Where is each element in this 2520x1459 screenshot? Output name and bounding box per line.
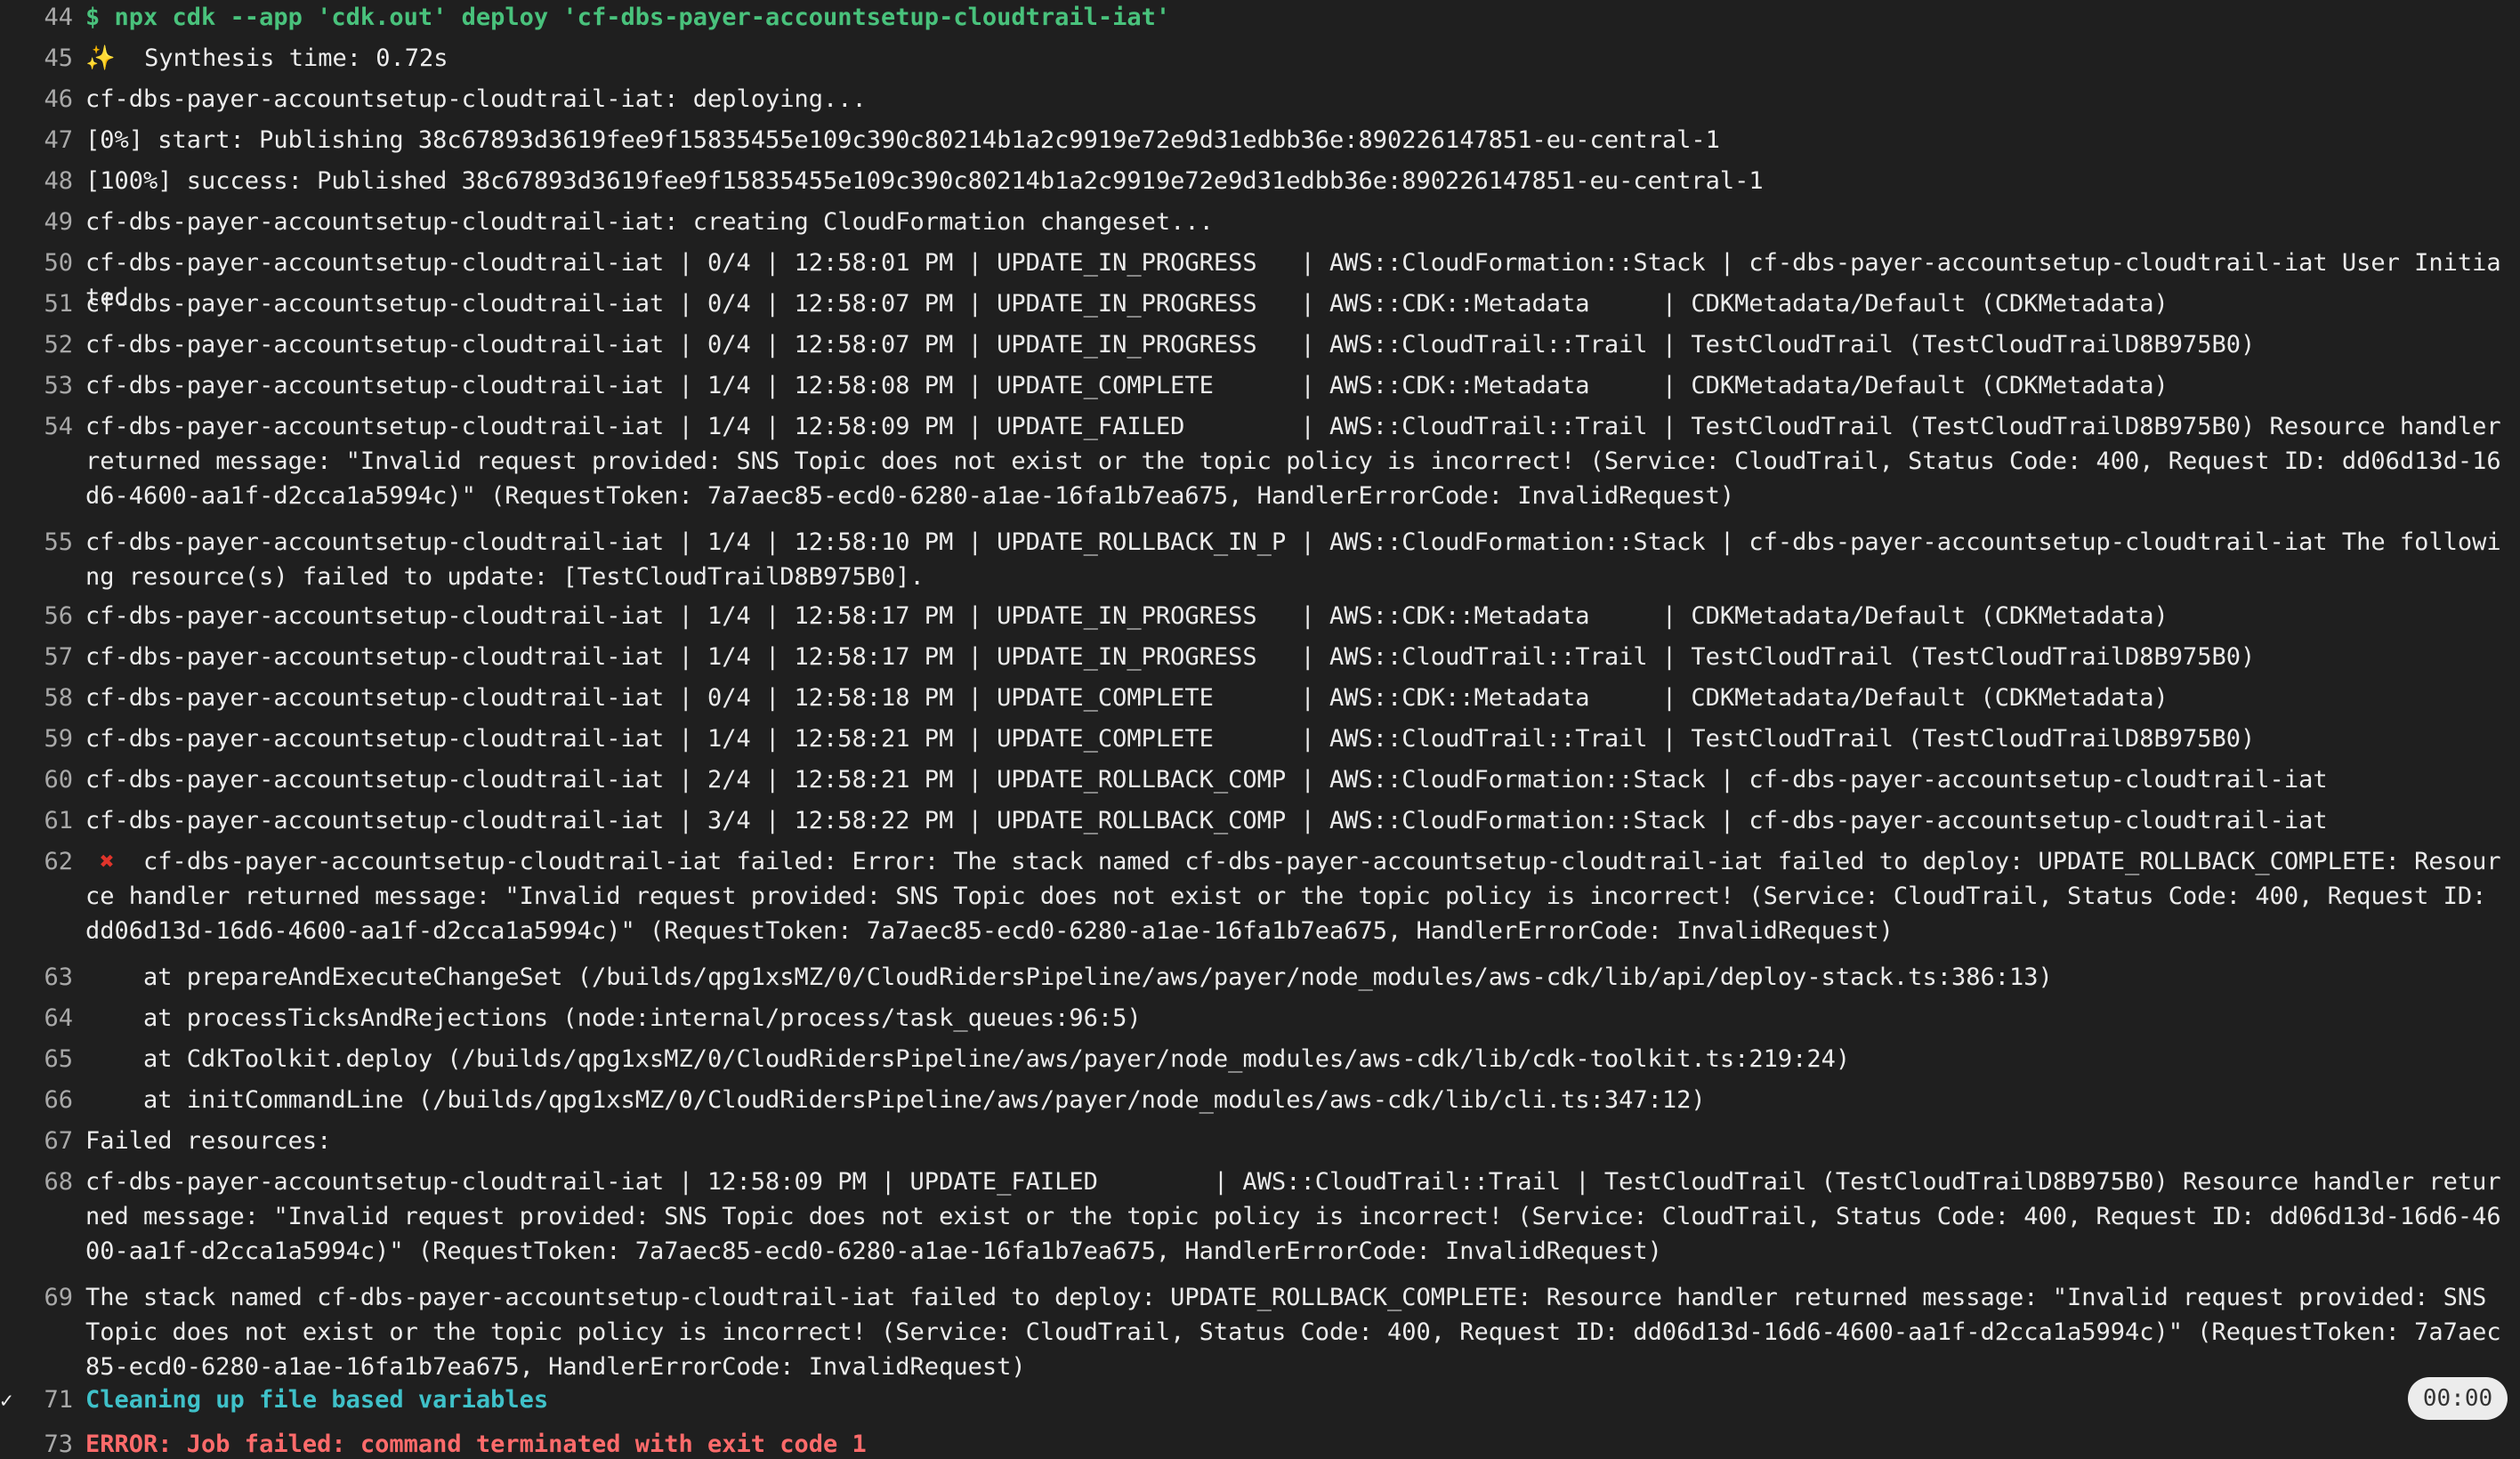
log-line: 49 cf-dbs-payer-accountsetup-cloudtrail-i… (0, 194, 2520, 236)
log-line: 60 cf-dbs-payer-accountsetup-cloudtrail-i… (0, 752, 2520, 794)
log-line: 51 cf-dbs-payer-accountsetup-cloudtrail-i… (0, 276, 2520, 318)
log-line-content: ERROR: Job failed: command terminated wi… (85, 1431, 867, 1458)
log-line-content: [100%] success: Published 38c67893d3619f… (85, 167, 1764, 195)
line-number[interactable]: 69 (0, 1280, 73, 1316)
log-line: 53 cf-dbs-payer-accountsetup-cloudtrail-i… (0, 358, 2520, 399)
job-log: 44 $ npx cdk --app 'cdk.out' deploy 'cf-d… (0, 0, 2520, 1459)
log-line-content: cf-dbs-payer-accountsetup-cloudtrail-iat… (85, 602, 2169, 630)
log-line-content: cf-dbs-payer-accountsetup-cloudtrail-iat… (85, 85, 867, 113)
log-line-content: The stack named cf-dbs-payer-accountsetu… (85, 1284, 2501, 1381)
log-line-text: Cleaning up file based variables (85, 1382, 2508, 1417)
log-line: 63 at prepareAndExecuteChangeSet (/build… (0, 949, 2520, 991)
log-line-content: cf-dbs-payer-accountsetup-cloudtrail-iat… (85, 643, 2256, 671)
log-line-text: cf-dbs-payer-accountsetup-cloudtrail-iat… (85, 1165, 2508, 1269)
line-number[interactable]: 55 (0, 525, 73, 560)
cross-mark-icon: ✖ (85, 848, 144, 875)
log-line: 52 cf-dbs-payer-accountsetup-cloudtrail-i… (0, 317, 2520, 359)
log-line-content: at processTicksAndRejections (node:inter… (85, 1004, 1142, 1032)
log-line: 67 Failed resources: (0, 1113, 2520, 1155)
line-number[interactable]: 54 (0, 409, 73, 445)
line-number[interactable]: 62 (0, 844, 73, 880)
log-line: 62 ✖ cf-dbs-payer-accountsetup-cloudtrai… (0, 834, 2520, 949)
log-line-content: cf-dbs-payer-accountsetup-cloudtrail-iat… (85, 1168, 2501, 1265)
log-line-content: cf-dbs-payer-accountsetup-cloudtrail-iat… (85, 848, 2501, 945)
log-line-content: Cleaning up file based variables (85, 1386, 549, 1414)
log-line: 65 at CdkToolkit.deploy (/builds/qpg1xsM… (0, 1031, 2520, 1073)
log-line-content: at CdkToolkit.deploy (/builds/qpg1xsMZ/0… (85, 1045, 1851, 1073)
log-line-content: cf-dbs-payer-accountsetup-cloudtrail-iat… (85, 766, 2328, 794)
log-line: 45 ✨ Synthesis time: 0.72s (0, 30, 2520, 72)
log-line-content: cf-dbs-payer-accountsetup-cloudtrail-iat… (85, 413, 2516, 510)
line-number[interactable]: 71 (0, 1382, 73, 1418)
log-line: 56 cf-dbs-payer-accountsetup-cloudtrail-i… (0, 588, 2520, 630)
log-line-content: cf-dbs-payer-accountsetup-cloudtrail-iat… (85, 372, 2169, 399)
log-line: 68 cf-dbs-payer-accountsetup-cloudtrail-i… (0, 1154, 2520, 1270)
log-line: 61 cf-dbs-payer-accountsetup-cloudtrail-i… (0, 793, 2520, 834)
line-number[interactable]: 68 (0, 1165, 73, 1200)
log-line-content: [0%] start: Publishing 38c67893d3619fee9… (85, 126, 1720, 154)
log-line-content: cf-dbs-payer-accountsetup-cloudtrail-iat… (85, 725, 2256, 753)
log-line: 73 ERROR: Job failed: command terminated … (0, 1416, 2520, 1459)
log-line: 47 [0%] start: Publishing 38c67893d3619fe… (0, 112, 2520, 154)
log-line: 66 at initCommandLine (/builds/qpg1xsMZ/… (0, 1072, 2520, 1114)
section-duration-badge: 00:00 (2408, 1377, 2508, 1420)
log-line: 59 cf-dbs-payer-accountsetup-cloudtrail-i… (0, 711, 2520, 753)
log-line-content: at initCommandLine (/builds/qpg1xsMZ/0/C… (85, 1086, 1706, 1114)
log-line-content: cf-dbs-payer-accountsetup-cloudtrail-iat… (85, 290, 2169, 318)
log-line: 50 cf-dbs-payer-accountsetup-cloudtrail-i… (0, 235, 2520, 311)
line-number[interactable]: 73 (0, 1427, 73, 1459)
log-line-content: $ npx cdk --app 'cdk.out' deploy 'cf-dbs… (85, 4, 1171, 31)
log-line-content: cf-dbs-payer-accountsetup-cloudtrail-iat… (85, 807, 2328, 834)
log-line: ✓ 71 Cleaning up file based variables (0, 1372, 2520, 1414)
log-line-content: cf-dbs-payer-accountsetup-cloudtrail-iat… (85, 331, 2256, 359)
log-line-content: cf-dbs-payer-accountsetup-cloudtrail-iat… (85, 528, 2501, 591)
log-line-content: Failed resources: (85, 1127, 332, 1155)
log-line-text: cf-dbs-payer-accountsetup-cloudtrail-iat… (85, 409, 2508, 513)
log-line: 46 cf-dbs-payer-accountsetup-cloudtrail-i… (0, 71, 2520, 113)
log-line: 69 The stack named cf-dbs-payer-accountse… (0, 1270, 2520, 1381)
log-line-content: at prepareAndExecuteChangeSet (/builds/q… (85, 963, 2053, 991)
log-line-content: cf-dbs-payer-accountsetup-cloudtrail-iat… (85, 684, 2169, 712)
log-line-content: Synthesis time: 0.72s (144, 44, 448, 72)
log-line-content: cf-dbs-payer-accountsetup-cloudtrail-iat… (85, 208, 1214, 236)
log-line: 55 cf-dbs-payer-accountsetup-cloudtrail-i… (0, 514, 2520, 591)
log-line: 54 cf-dbs-payer-accountsetup-cloudtrail-i… (0, 399, 2520, 514)
log-line: 57 cf-dbs-payer-accountsetup-cloudtrail-i… (0, 629, 2520, 671)
log-line-text: ERROR: Job failed: command terminated wi… (85, 1427, 2508, 1459)
log-line-text: cf-dbs-payer-accountsetup-cloudtrail-iat… (85, 525, 2508, 594)
log-line: 48 [100%] success: Published 38c67893d361… (0, 153, 2520, 195)
log-line: 58 cf-dbs-payer-accountsetup-cloudtrail-i… (0, 670, 2520, 712)
log-line-text: ✖ cf-dbs-payer-accountsetup-cloudtrail-i… (85, 844, 2508, 948)
log-line-text: The stack named cf-dbs-payer-accountsetu… (85, 1280, 2508, 1384)
log-line: 44 $ npx cdk --app 'cdk.out' deploy 'cf-d… (0, 0, 2520, 31)
log-line: 64 at processTicksAndRejections (node:in… (0, 990, 2520, 1032)
